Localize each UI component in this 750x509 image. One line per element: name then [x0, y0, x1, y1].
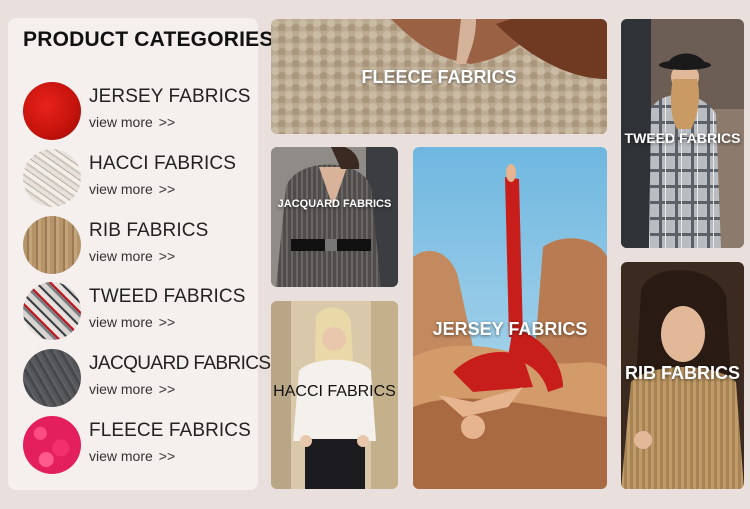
tweed-swatch-image — [23, 282, 81, 340]
category-name: FLEECE FABRICS — [89, 420, 251, 441]
hacci-swatch-image — [23, 149, 81, 207]
tile-label: FLEECE FABRICS — [361, 67, 517, 87]
category-item-fleece[interactable]: FLEECE FABRICS view more >> — [23, 416, 255, 476]
view-more-link[interactable]: view more >> — [89, 448, 175, 464]
tile-label: TWEED FABRICS — [624, 130, 741, 146]
tile-fleece-fabrics[interactable]: FLEECE FABRICS — [271, 19, 607, 134]
category-name: TWEED FABRICS — [89, 286, 246, 307]
tile-label: JACQUARD FABRICS — [277, 198, 392, 210]
chevrons-right-icon: >> — [158, 314, 176, 330]
category-item-jersey[interactable]: JERSEY FABRICS view more >> — [23, 82, 255, 142]
category-name: JACQUARD FABRICS — [89, 353, 271, 374]
view-more-link[interactable]: view more >> — [89, 314, 175, 330]
category-sidebar: PRODUCT CATEGORIES JERSEY FABRICS view m… — [8, 18, 273, 490]
chevrons-right-icon: >> — [158, 381, 176, 397]
view-more-link[interactable]: view more >> — [89, 181, 175, 197]
jacquard-photo — [271, 147, 398, 287]
category-name: HACCI FABRICS — [89, 153, 236, 174]
chevrons-right-icon: >> — [158, 114, 176, 130]
category-item-hacci[interactable]: HACCI FABRICS view more >> — [23, 149, 255, 209]
chevrons-right-icon: >> — [158, 248, 176, 264]
tile-jersey-fabrics[interactable]: JERSEY FABRICS — [413, 147, 607, 489]
category-name: JERSEY FABRICS — [89, 86, 251, 107]
tile-hacci-fabrics[interactable]: HACCI FABRICS — [271, 301, 398, 489]
category-item-rib[interactable]: RIB FABRICS view more >> — [23, 216, 255, 276]
view-more-link[interactable]: view more >> — [89, 114, 175, 130]
category-item-tweed[interactable]: TWEED FABRICS view more >> — [23, 282, 255, 342]
view-more-link[interactable]: view more >> — [89, 381, 175, 397]
tile-tweed-fabrics[interactable]: TWEED FABRICS — [621, 19, 744, 248]
jacquard-swatch-image — [23, 349, 81, 407]
chevrons-right-icon: >> — [158, 448, 176, 464]
jersey-photo — [413, 147, 607, 489]
tile-label: RIB FABRICS — [624, 363, 740, 383]
tile-jacquard-fabrics[interactable]: JACQUARD FABRICS — [271, 147, 398, 287]
fleece-swatch-image — [23, 416, 81, 474]
view-more-link[interactable]: view more >> — [89, 248, 175, 264]
category-item-jacquard[interactable]: JACQUARD FABRICS view more >> — [23, 349, 271, 409]
jersey-swatch-image — [23, 82, 81, 140]
tile-label: JERSEY FABRICS — [432, 319, 588, 339]
tile-rib-fabrics[interactable]: RIB FABRICS — [621, 262, 744, 489]
sidebar-title: PRODUCT CATEGORIES — [23, 28, 274, 51]
rib-swatch-image — [23, 216, 81, 274]
tile-label: HACCI FABRICS — [273, 383, 396, 400]
chevrons-right-icon: >> — [158, 181, 176, 197]
category-name: RIB FABRICS — [89, 220, 209, 241]
